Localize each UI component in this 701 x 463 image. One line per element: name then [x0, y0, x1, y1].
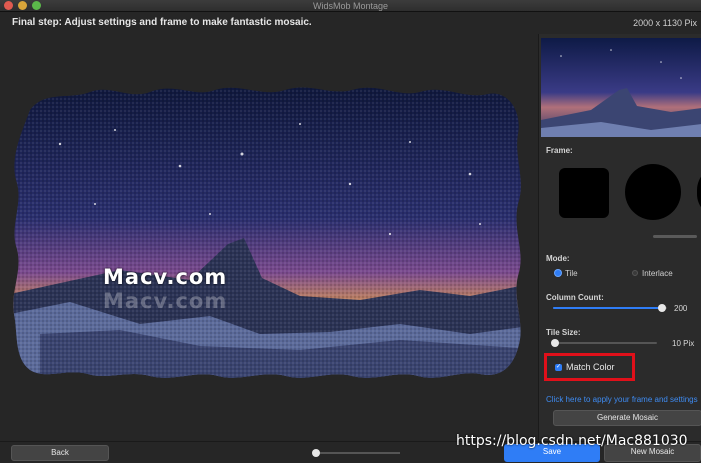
mode-option-interlace-label: Interlace: [642, 269, 673, 278]
step-header: Final step: Adjust settings and frame to…: [0, 12, 701, 34]
tile-size-slider-thumb[interactable]: [551, 339, 559, 347]
column-count-label: Column Count:: [546, 293, 604, 302]
frame-option-circle[interactable]: [625, 164, 681, 220]
tile-size-value: 10 Pix: [672, 339, 695, 348]
mode-label: Mode:: [546, 254, 570, 263]
mosaic-canvas[interactable]: Macv.com Macv.com: [0, 34, 538, 441]
mode-radio-interlace[interactable]: [632, 270, 638, 276]
window-title: WidsMob Montage: [312, 1, 389, 11]
frame-option-partial[interactable]: [697, 166, 701, 218]
mode-option-tile-label: Tile: [565, 269, 578, 278]
tile-size-label: Tile Size:: [546, 328, 581, 337]
mode-radio-tile[interactable]: [555, 270, 561, 276]
generate-mosaic-button[interactable]: Generate Mosaic: [553, 410, 701, 426]
csdn-watermark: https://blog.csdn.net/Mac881030: [456, 433, 688, 449]
match-color-highlight: ✓ Match Color: [544, 353, 635, 381]
column-count-value: 200: [674, 304, 688, 313]
match-color-checkbox[interactable]: ✓: [555, 364, 562, 371]
tile-size-slider[interactable]: [551, 339, 657, 347]
step-instruction: Final step: Adjust settings and frame to…: [12, 17, 312, 28]
watermark-text: Macv.com: [103, 265, 228, 289]
zoom-slider-thumb[interactable]: [312, 449, 320, 457]
frame-scrollbar[interactable]: [653, 235, 697, 238]
column-count-slider-fill: [553, 307, 662, 309]
zoom-slider[interactable]: [316, 452, 400, 454]
frame-label: Frame:: [546, 146, 573, 155]
settings-sidebar: Frame: Mode: Tile Interlace Column Count…: [538, 34, 701, 441]
apply-settings-link[interactable]: Click here to apply your frame and setti…: [546, 395, 701, 404]
title-bar: WidsMob Montage: [0, 0, 701, 12]
frame-option-rough-square[interactable]: [559, 168, 609, 218]
match-color-label: Match Color: [566, 362, 615, 372]
column-count-slider[interactable]: [553, 304, 667, 312]
back-button[interactable]: Back: [11, 445, 109, 461]
watermark-reflection: Macv.com: [103, 289, 228, 313]
mosaic-preview-image: [13, 87, 521, 378]
column-count-slider-thumb[interactable]: [658, 304, 666, 312]
source-photo-thumbnail: [541, 38, 701, 137]
output-dimensions: 2000 x 1130 Pix: [633, 18, 697, 28]
